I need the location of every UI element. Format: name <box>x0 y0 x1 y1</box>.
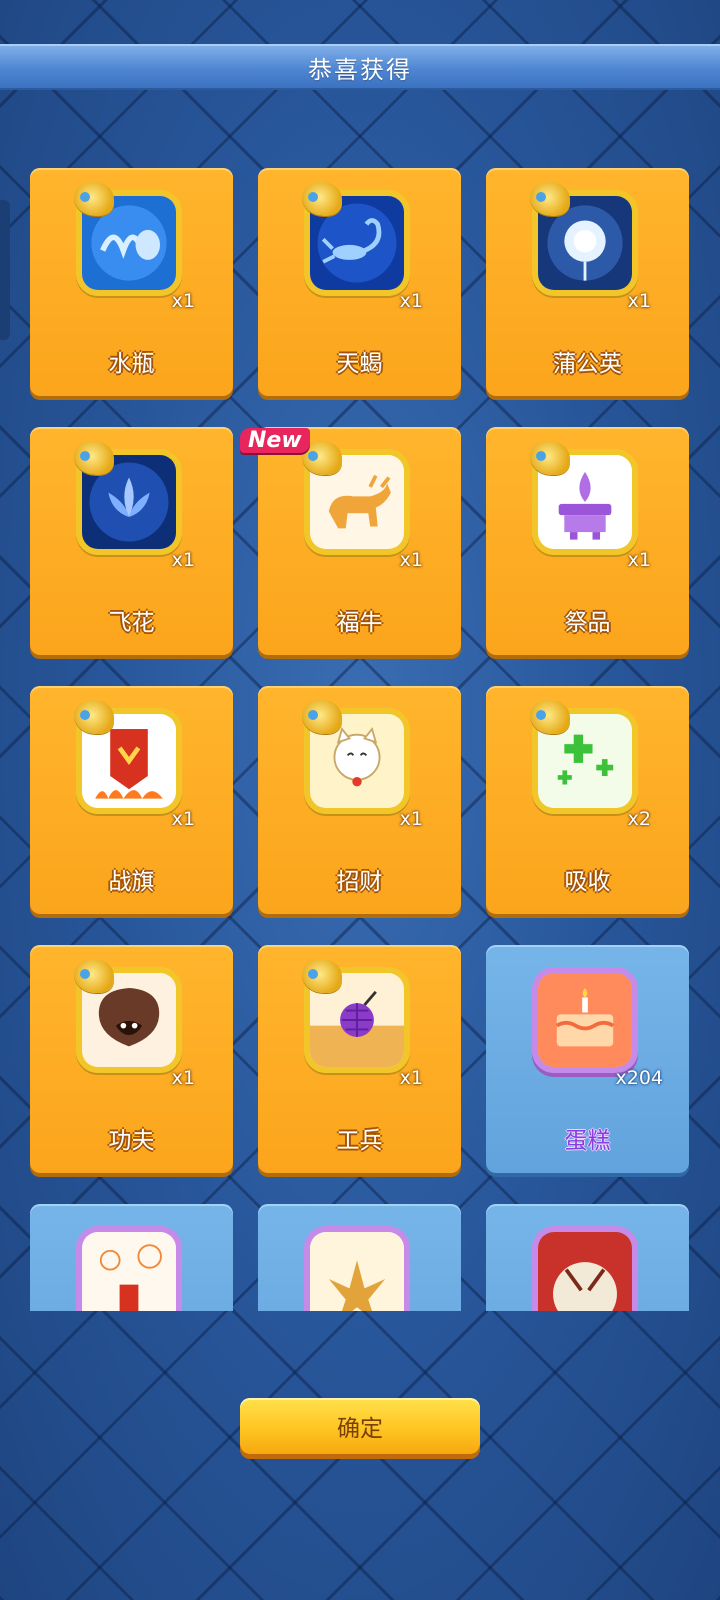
item-quantity: x204 <box>615 1067 663 1089</box>
item-name: 祭品 <box>564 610 611 636</box>
dragon-ornament-icon <box>74 182 114 216</box>
reward-card[interactable] <box>30 1204 233 1311</box>
item-quantity: x1 <box>399 808 423 830</box>
reward-card[interactable]: x204 蛋糕 <box>486 945 689 1173</box>
item-quantity: x1 <box>399 1067 423 1089</box>
item-quantity: x1 <box>171 290 195 312</box>
firecracker-icon <box>82 1232 176 1311</box>
item-quantity: x1 <box>627 290 651 312</box>
dragon-ornament-icon <box>302 700 342 734</box>
reward-card[interactable]: x2 吸收 <box>486 686 689 914</box>
reward-card[interactable]: x1 飞花 <box>30 427 233 655</box>
item-name: 招财 <box>336 869 383 895</box>
item-name: 水瓶 <box>108 351 155 377</box>
item-name: 福牛 <box>336 610 383 636</box>
reward-card[interactable]: x1 福牛 <box>258 427 461 655</box>
item-quantity: x1 <box>399 549 423 571</box>
item-quantity: x1 <box>171 808 195 830</box>
reward-card[interactable] <box>258 1204 461 1311</box>
item-quantity: x2 <box>627 808 651 830</box>
item-frame <box>532 1226 638 1311</box>
confirm-button[interactable]: 确定 <box>240 1398 480 1454</box>
dragon-ornament-icon <box>302 959 342 993</box>
reward-card[interactable] <box>486 1204 689 1311</box>
reward-grid[interactable]: x1 水瓶 x1 天蝎 x1 蒲公英 x1 飞花 x1 福牛 x1 祭品 x1 … <box>0 168 720 1311</box>
explosion-icon <box>310 1232 404 1311</box>
item-name: 蒲公英 <box>553 351 622 377</box>
dragon-ornament-icon <box>74 441 114 475</box>
reward-card[interactable]: x1 招财 <box>258 686 461 914</box>
item-name: 战旗 <box>108 869 155 895</box>
reward-card[interactable]: x1 工兵 <box>258 945 461 1173</box>
reward-card[interactable]: x1 祭品 <box>486 427 689 655</box>
item-name: 工兵 <box>336 1128 383 1154</box>
dragon-ornament-icon <box>530 441 570 475</box>
item-name: 蛋糕 <box>564 1128 611 1154</box>
dragon-ornament-icon <box>74 700 114 734</box>
item-frame <box>304 1226 410 1311</box>
reward-card[interactable]: x1 战旗 <box>30 686 233 914</box>
reward-card[interactable]: x1 天蝎 <box>258 168 461 396</box>
title-bar: 恭喜获得 <box>0 44 720 90</box>
item-frame <box>532 967 638 1073</box>
dragon-ornament-icon <box>302 182 342 216</box>
drum-icon <box>538 1232 632 1311</box>
item-frame <box>76 1226 182 1311</box>
reward-card[interactable]: x1 蒲公英 <box>486 168 689 396</box>
page-title: 恭喜获得 <box>308 55 412 84</box>
item-name: 功夫 <box>108 1128 155 1154</box>
item-quantity: x1 <box>171 1067 195 1089</box>
reward-card[interactable]: x1 水瓶 <box>30 168 233 396</box>
item-name: 吸收 <box>564 869 611 895</box>
dragon-ornament-icon <box>530 182 570 216</box>
item-name: 飞花 <box>108 610 155 636</box>
reward-card[interactable]: x1 功夫 <box>30 945 233 1173</box>
item-quantity: x1 <box>171 549 195 571</box>
cake-icon <box>538 973 632 1067</box>
dragon-ornament-icon <box>530 700 570 734</box>
item-name: 天蝎 <box>336 351 383 377</box>
dragon-ornament-icon <box>74 959 114 993</box>
new-badge: New <box>240 428 310 453</box>
item-quantity: x1 <box>627 549 651 571</box>
item-quantity: x1 <box>399 290 423 312</box>
